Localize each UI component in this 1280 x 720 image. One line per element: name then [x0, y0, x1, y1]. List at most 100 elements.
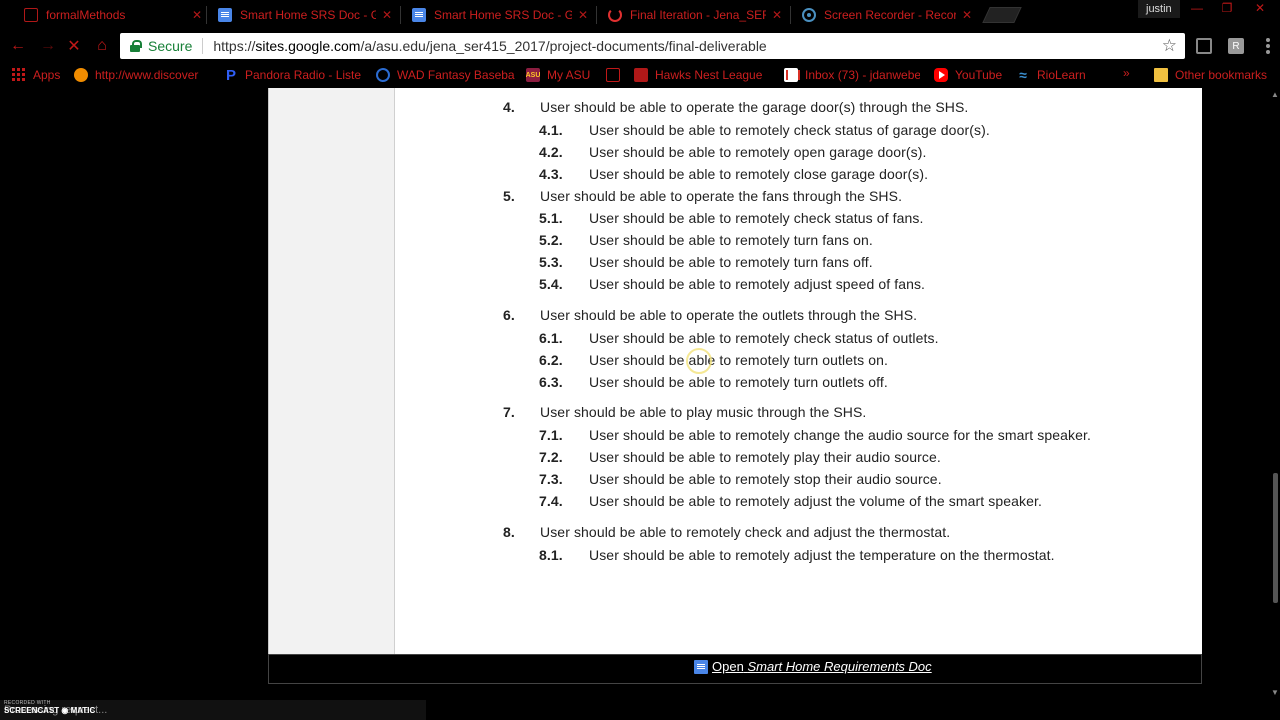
red-square-icon — [24, 8, 38, 22]
scroll-up-icon[interactable]: ▲ — [1271, 90, 1279, 99]
lock-icon — [130, 40, 142, 52]
record-icon — [802, 8, 816, 22]
bookmark-inbox[interactable]: Inbox (73) - jdanwebe — [784, 67, 920, 83]
sub-requirement-text: User should be able to remotely close ga… — [589, 166, 929, 182]
watermark-brand-suffix: MATIC — [70, 706, 96, 715]
url-scheme: https:// — [213, 38, 256, 54]
document-footer: Open Smart Home Requirements Doc — [268, 654, 1202, 684]
site-sidebar — [268, 88, 394, 654]
bookmark-riolearn[interactable]: ≈ RioLearn — [1016, 67, 1086, 83]
forward-arrow-icon[interactable]: → — [38, 36, 58, 56]
requirement-text: User should be able to remotely check an… — [540, 524, 951, 540]
extension-icon[interactable]: R — [1228, 38, 1244, 54]
requirement-number: 4. — [503, 99, 515, 115]
sub-requirement-text: User should be able to remotely adjust s… — [589, 276, 926, 292]
cbs-eye-icon — [376, 68, 390, 82]
sub-requirement-number: 7.4. — [539, 493, 563, 509]
google-docs-icon — [412, 8, 426, 22]
sub-requirement-number: 7.3. — [539, 471, 563, 487]
sub-requirement-text: User should be able to remotely turn out… — [589, 374, 888, 390]
scrollbar-thumb[interactable] — [1273, 473, 1278, 603]
open-doc-link-text[interactable]: Open Smart Home Requirements Doc — [712, 659, 932, 674]
tab-smart-home-srs-2[interactable]: Smart Home SRS Doc - G ✕ — [400, 2, 596, 28]
tab-final-iteration[interactable]: Final Iteration - Jena_SER ✕ — [596, 2, 790, 28]
sub-requirement-number: 6.1. — [539, 330, 563, 346]
tab-title: Smart Home SRS Doc - G — [434, 8, 572, 22]
loading-spinner-icon — [608, 8, 622, 22]
bookmarks-overflow-button[interactable]: » — [1123, 66, 1130, 80]
sub-requirement-text: User should be able to remotely open gar… — [589, 144, 927, 160]
cursor-highlight — [686, 348, 712, 374]
bookmark-apps[interactable]: Apps — [12, 67, 60, 83]
bookmark-wad-fantasy[interactable]: WAD Fantasy Baseba — [376, 67, 516, 83]
bookmark-my-asu[interactable]: ASU My ASU — [526, 67, 590, 83]
close-icon[interactable]: ✕ — [772, 8, 782, 22]
sub-requirement-number: 5.3. — [539, 254, 563, 270]
chrome-menu-icon[interactable] — [1266, 38, 1270, 54]
bookmark-discover[interactable]: http://www.discover — [74, 67, 214, 83]
sub-requirement-number: 8.1. — [539, 547, 563, 563]
requirement-text: User should be able to operate the garag… — [540, 99, 969, 115]
bookmark-label: YouTube — [955, 68, 1003, 82]
requirement-number: 8. — [503, 524, 515, 540]
tab-title: Smart Home SRS Doc - G — [240, 8, 376, 22]
tab-screen-recorder[interactable]: Screen Recorder - Recor ✕ — [790, 2, 980, 28]
bookmark-label: WAD Fantasy Baseba — [397, 68, 515, 82]
profile-button[interactable]: justin — [1138, 0, 1180, 18]
close-icon[interactable]: ✕ — [962, 8, 972, 22]
tab-strip: formalMethods ✕ Smart Home SRS Doc - G ✕… — [0, 0, 1280, 30]
omnibox-divider — [202, 38, 204, 54]
open-prefix: Open — [712, 659, 744, 674]
sub-requirement-number: 4.2. — [539, 144, 563, 160]
sub-requirement-text: User should be able to remotely check st… — [589, 122, 990, 138]
close-icon[interactable]: ✕ — [382, 8, 392, 22]
watermark-brand: SCREENCAST ◉ MATIC — [4, 706, 96, 715]
home-icon[interactable]: ⌂ — [92, 36, 112, 56]
sub-requirement-text: User should be able to remotely stop the… — [589, 471, 942, 487]
cast-icon[interactable] — [1196, 38, 1212, 54]
requirement-text: User should be able to play music throug… — [540, 404, 867, 420]
bookmark-label: Other bookmarks — [1175, 68, 1268, 82]
minimize-icon[interactable]: — — [1182, 0, 1212, 16]
bookmark-star-icon[interactable]: ☆ — [1162, 36, 1177, 56]
hawks-icon — [634, 68, 648, 82]
pandora-icon: P — [225, 67, 236, 83]
bookmark-youtube[interactable]: YouTube — [934, 67, 1002, 83]
close-icon[interactable]: ✕ — [192, 8, 202, 22]
watermark-brand-text: SCREENCAST — [4, 706, 60, 715]
sub-requirement-number: 5.4. — [539, 276, 563, 292]
other-bookmarks[interactable]: Other bookmarks — [1154, 67, 1267, 83]
bookmark-hawks-nest[interactable]: Hawks Nest League — [634, 67, 770, 83]
tab-title: formalMethods — [46, 8, 126, 22]
address-bar[interactable]: Secure https://sites.google.com/a/asu.ed… — [120, 33, 1185, 59]
open-doc-link[interactable]: Open Smart Home Requirements Doc — [694, 659, 932, 674]
requirement-number: 7. — [503, 404, 515, 420]
tab-title: Final Iteration - Jena_SER — [630, 8, 766, 22]
page-icon — [606, 68, 620, 82]
requirements-list: 4. User should be able to operate the gar… — [395, 88, 1203, 654]
sub-requirement-text: User should be able to remotely turn fan… — [589, 232, 873, 248]
google-docs-icon — [694, 659, 708, 674]
restore-icon[interactable]: ❐ — [1212, 0, 1242, 16]
window-close-icon[interactable]: ✕ — [1245, 0, 1275, 16]
page-scrollbar[interactable]: ▲ ▼ — [1270, 88, 1280, 700]
new-tab-button[interactable] — [982, 7, 1022, 23]
sub-requirement-number: 7.1. — [539, 427, 563, 443]
back-arrow-icon[interactable]: ← — [8, 36, 28, 56]
url-host: sites.google.com — [255, 38, 361, 54]
sub-requirement-number: 5.1. — [539, 210, 563, 226]
close-icon[interactable]: ✕ — [578, 8, 588, 22]
riolearn-icon: ≈ — [1019, 67, 1027, 83]
url-path: /a/asu.edu/jena_ser415_2017/project-docu… — [360, 38, 767, 54]
scroll-down-icon[interactable]: ▼ — [1271, 688, 1279, 697]
sub-requirement-text: User should be able to remotely check st… — [589, 330, 939, 346]
bookmark-page[interactable] — [606, 67, 627, 83]
tab-formal-methods[interactable]: formalMethods ✕ — [12, 2, 210, 28]
tab-smart-home-srs-1[interactable]: Smart Home SRS Doc - G ✕ — [206, 2, 400, 28]
toolbar: ← → ✕ ⌂ Secure https://sites.google.com/… — [0, 30, 1280, 62]
google-docs-icon — [218, 8, 232, 22]
stop-loading-icon[interactable]: ✕ — [64, 36, 84, 56]
bookmark-pandora[interactable]: P Pandora Radio - Liste — [224, 67, 364, 83]
folder-icon — [1154, 68, 1168, 82]
status-bubble: Processing request... RECORDED WITH SCRE… — [0, 700, 426, 720]
